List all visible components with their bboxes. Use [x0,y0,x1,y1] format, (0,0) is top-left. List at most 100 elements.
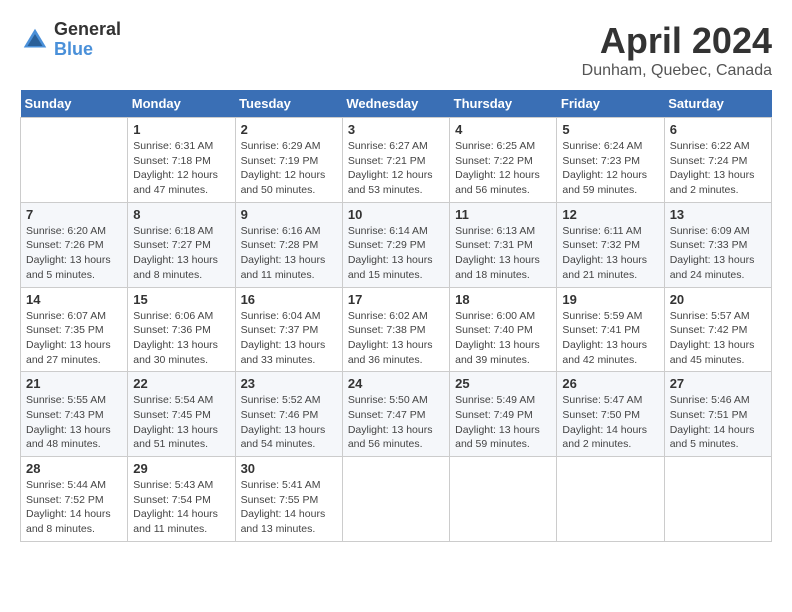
day-number: 9 [241,207,337,222]
logo-icon [20,25,50,55]
calendar-cell: 13 Sunrise: 6:09 AMSunset: 7:33 PMDayligh… [664,202,771,287]
day-number: 23 [241,376,337,391]
day-number: 12 [562,207,658,222]
calendar-cell: 17 Sunrise: 6:02 AMSunset: 7:38 PMDayligh… [342,287,449,372]
calendar-cell: 25 Sunrise: 5:49 AMSunset: 7:49 PMDayligh… [450,372,557,457]
calendar-cell: 10 Sunrise: 6:14 AMSunset: 7:29 PMDayligh… [342,202,449,287]
calendar-cell: 30Sunrise: 5:41 AMSunset: 7:55 PMDayligh… [235,457,342,542]
calendar-week-row: 1Sunrise: 6:31 AMSunset: 7:18 PMDaylight… [21,118,772,203]
day-number: 3 [348,122,444,137]
weekday-header: Sunday [21,90,128,118]
day-info: Sunrise: 6:20 AMSunset: 7:26 PMDaylight:… [26,224,122,283]
calendar-cell: 5 Sunrise: 6:24 AMSunset: 7:23 PMDaylight… [557,118,664,203]
calendar-cell: 26Sunrise: 5:47 AMSunset: 7:50 PMDayligh… [557,372,664,457]
day-info: Sunrise: 5:57 AMSunset: 7:42 PMDaylight:… [670,309,766,368]
day-info: Sunrise: 6:27 AMSunset: 7:21 PMDaylight:… [348,139,444,198]
day-info: Sunrise: 6:13 AMSunset: 7:31 PMDaylight:… [455,224,551,283]
day-info: Sunrise: 5:59 AMSunset: 7:41 PMDaylight:… [562,309,658,368]
calendar-cell [21,118,128,203]
day-info: Sunrise: 5:43 AMSunset: 7:54 PMDaylight:… [133,478,229,537]
calendar-cell: 18 Sunrise: 6:00 AMSunset: 7:40 PMDayligh… [450,287,557,372]
day-info: Sunrise: 5:50 AMSunset: 7:47 PMDaylight:… [348,393,444,452]
day-number: 21 [26,376,122,391]
calendar-cell: 20 Sunrise: 5:57 AMSunset: 7:42 PMDayligh… [664,287,771,372]
day-info: Sunrise: 5:49 AMSunset: 7:49 PMDaylight:… [455,393,551,452]
calendar-cell: 27Sunrise: 5:46 AMSunset: 7:51 PMDayligh… [664,372,771,457]
logo-line2: Blue [54,40,121,60]
calendar-cell: 14 Sunrise: 6:07 AMSunset: 7:35 PMDayligh… [21,287,128,372]
logo: General Blue [20,20,121,60]
calendar-cell: 28 Sunrise: 5:44 AMSunset: 7:52 PMDayligh… [21,457,128,542]
calendar-week-row: 28 Sunrise: 5:44 AMSunset: 7:52 PMDayligh… [21,457,772,542]
day-number: 29 [133,461,229,476]
calendar-cell [450,457,557,542]
day-number: 25 [455,376,551,391]
day-info: Sunrise: 6:00 AMSunset: 7:40 PMDaylight:… [455,309,551,368]
calendar-cell: 11 Sunrise: 6:13 AMSunset: 7:31 PMDayligh… [450,202,557,287]
day-number: 27 [670,376,766,391]
page-title: April 2024 [582,20,772,62]
day-number: 4 [455,122,551,137]
day-info: Sunrise: 5:54 AMSunset: 7:45 PMDaylight:… [133,393,229,452]
calendar-cell: 6Sunrise: 6:22 AMSunset: 7:24 PMDaylight… [664,118,771,203]
day-number: 14 [26,292,122,307]
page-subtitle: Dunham, Quebec, Canada [582,62,772,80]
day-info: Sunrise: 6:29 AMSunset: 7:19 PMDaylight:… [241,139,337,198]
day-number: 13 [670,207,766,222]
day-info: Sunrise: 6:07 AMSunset: 7:35 PMDaylight:… [26,309,122,368]
day-number: 18 [455,292,551,307]
day-number: 10 [348,207,444,222]
day-number: 19 [562,292,658,307]
calendar-cell: 15Sunrise: 6:06 AMSunset: 7:36 PMDayligh… [128,287,235,372]
calendar-cell: 23Sunrise: 5:52 AMSunset: 7:46 PMDayligh… [235,372,342,457]
day-info: Sunrise: 6:09 AMSunset: 7:33 PMDaylight:… [670,224,766,283]
calendar-cell: 19 Sunrise: 5:59 AMSunset: 7:41 PMDayligh… [557,287,664,372]
day-info: Sunrise: 6:14 AMSunset: 7:29 PMDaylight:… [348,224,444,283]
weekday-header: Tuesday [235,90,342,118]
calendar-cell: 4 Sunrise: 6:25 AMSunset: 7:22 PMDaylight… [450,118,557,203]
calendar-cell: 22 Sunrise: 5:54 AMSunset: 7:45 PMDayligh… [128,372,235,457]
weekday-header: Monday [128,90,235,118]
calendar-week-row: 7 Sunrise: 6:20 AMSunset: 7:26 PMDaylight… [21,202,772,287]
calendar-table: SundayMondayTuesdayWednesdayThursdayFrid… [20,90,772,542]
day-number: 28 [26,461,122,476]
title-block: April 2024 Dunham, Quebec, Canada [582,20,772,80]
day-number: 22 [133,376,229,391]
day-number: 6 [670,122,766,137]
day-number: 5 [562,122,658,137]
weekday-header: Wednesday [342,90,449,118]
day-info: Sunrise: 6:18 AMSunset: 7:27 PMDaylight:… [133,224,229,283]
day-number: 24 [348,376,444,391]
calendar-cell: 7 Sunrise: 6:20 AMSunset: 7:26 PMDaylight… [21,202,128,287]
calendar-cell: 2Sunrise: 6:29 AMSunset: 7:19 PMDaylight… [235,118,342,203]
calendar-cell: 8 Sunrise: 6:18 AMSunset: 7:27 PMDaylight… [128,202,235,287]
calendar-cell [342,457,449,542]
calendar-cell: 21 Sunrise: 5:55 AMSunset: 7:43 PMDayligh… [21,372,128,457]
day-number: 11 [455,207,551,222]
weekday-header: Thursday [450,90,557,118]
day-info: Sunrise: 6:02 AMSunset: 7:38 PMDaylight:… [348,309,444,368]
day-number: 15 [133,292,229,307]
day-info: Sunrise: 6:25 AMSunset: 7:22 PMDaylight:… [455,139,551,198]
day-info: Sunrise: 5:55 AMSunset: 7:43 PMDaylight:… [26,393,122,452]
day-info: Sunrise: 5:47 AMSunset: 7:50 PMDaylight:… [562,393,658,452]
day-info: Sunrise: 5:44 AMSunset: 7:52 PMDaylight:… [26,478,122,537]
day-number: 20 [670,292,766,307]
page-header: General Blue April 2024 Dunham, Quebec, … [20,20,772,80]
day-info: Sunrise: 6:24 AMSunset: 7:23 PMDaylight:… [562,139,658,198]
calendar-cell: 9Sunrise: 6:16 AMSunset: 7:28 PMDaylight… [235,202,342,287]
day-info: Sunrise: 6:31 AMSunset: 7:18 PMDaylight:… [133,139,229,198]
calendar-cell: 1Sunrise: 6:31 AMSunset: 7:18 PMDaylight… [128,118,235,203]
calendar-cell: 3 Sunrise: 6:27 AMSunset: 7:21 PMDaylight… [342,118,449,203]
calendar-cell [664,457,771,542]
day-number: 16 [241,292,337,307]
logo-text: General Blue [54,20,121,60]
day-number: 7 [26,207,122,222]
day-info: Sunrise: 6:04 AMSunset: 7:37 PMDaylight:… [241,309,337,368]
day-number: 17 [348,292,444,307]
calendar-cell: 24 Sunrise: 5:50 AMSunset: 7:47 PMDayligh… [342,372,449,457]
day-number: 8 [133,207,229,222]
calendar-cell: 12Sunrise: 6:11 AMSunset: 7:32 PMDayligh… [557,202,664,287]
calendar-week-row: 21 Sunrise: 5:55 AMSunset: 7:43 PMDayligh… [21,372,772,457]
calendar-cell: 29 Sunrise: 5:43 AMSunset: 7:54 PMDayligh… [128,457,235,542]
